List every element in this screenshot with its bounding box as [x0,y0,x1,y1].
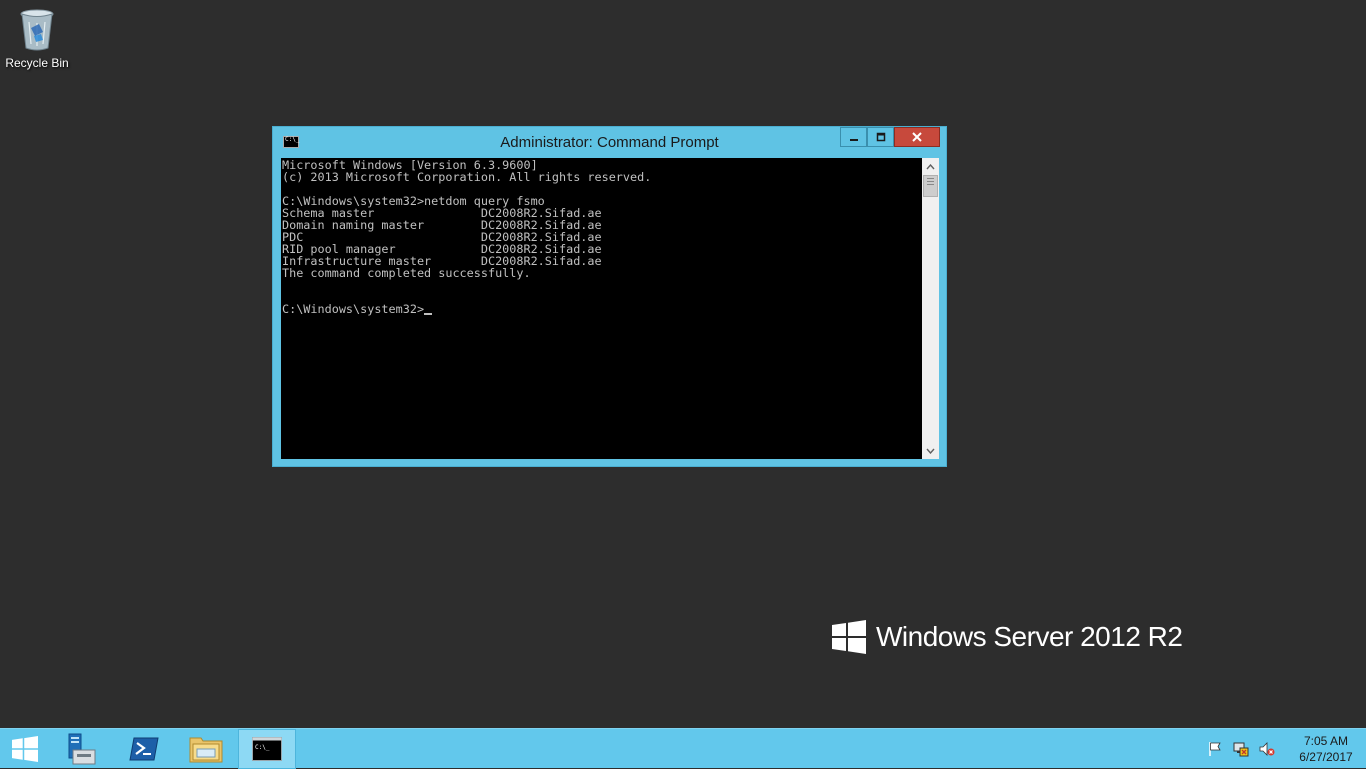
console-output[interactable]: Microsoft Windows [Version 6.3.9600] (c)… [281,158,922,459]
close-icon [912,132,922,142]
close-button[interactable] [894,127,940,147]
svg-text:C:\_: C:\_ [255,744,270,751]
branding-text: Windows Server 2012 R2 [876,621,1183,652]
clock-date: 6/27/2017 [1299,750,1353,764]
desktop: Recycle Bin C:\_ Administrator: Command … [0,0,1366,728]
maximize-icon [876,132,885,142]
console-line: The command completed successfully. [282,266,531,280]
folder-icon [189,737,223,763]
windows-logo-icon [12,736,38,762]
system-tray: 7:05 AM 6/27/2017 [1202,729,1366,769]
powershell-icon [129,737,159,761]
console-line: C:\Windows\system32> [282,302,425,316]
speaker-muted-icon[interactable] [1259,741,1275,757]
console-text: Microsoft Windows [Version 6.3.9600] (c)… [281,158,922,315]
network-icon[interactable] [1233,741,1249,757]
command-prompt-window[interactable]: C:\_ Administrator: Command Prompt Micro… [272,126,947,467]
taskbar-powershell[interactable] [114,729,174,769]
chevron-up-icon [926,163,935,169]
vertical-scrollbar[interactable] [922,158,939,459]
taskbar-server-manager[interactable] [52,729,112,769]
start-button[interactable] [0,729,50,769]
window-titlebar[interactable]: C:\_ Administrator: Command Prompt [273,127,946,158]
minimize-icon [849,139,858,141]
minimize-button[interactable] [840,127,867,147]
taskbar-file-explorer[interactable] [176,729,236,769]
cmd-icon: C:\_ [252,737,282,761]
scroll-thumb[interactable] [923,175,938,197]
clock-time: 7:05 AM [1303,734,1349,748]
maximize-button[interactable] [867,127,894,147]
scroll-down-button[interactable] [922,442,939,459]
text-cursor [424,313,433,315]
taskbar: C:\_ 7:05 AM 6/27/2017 [0,728,1366,769]
recycle-bin-label: Recycle Bin [5,56,69,70]
server-manager-icon [68,733,96,765]
desktop-icon-recycle-bin[interactable]: Recycle Bin [2,4,72,70]
taskbar-clock[interactable]: 7:05 AM 6/27/2017 [1286,733,1366,765]
flag-icon[interactable] [1207,741,1223,757]
os-branding: Windows Server 2012 R2 [832,620,1183,654]
console-line: (c) 2013 Microsoft Corporation. All righ… [282,170,652,184]
recycle-bin-icon [17,4,57,54]
scroll-up-button[interactable] [922,158,939,175]
windows-logo-icon [832,620,866,654]
chevron-down-icon [926,448,935,454]
taskbar-command-prompt[interactable]: C:\_ [238,729,296,769]
